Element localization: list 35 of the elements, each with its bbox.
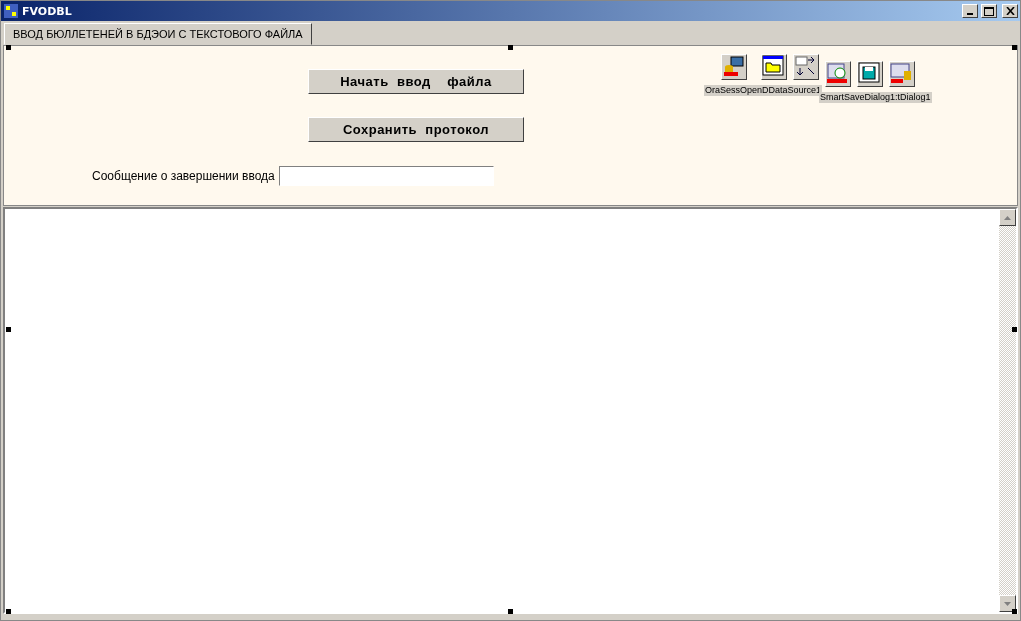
scroll-up-button[interactable] — [999, 209, 1016, 226]
scrollbar[interactable] — [999, 209, 1016, 612]
component-tile[interactable] — [889, 61, 915, 87]
field-label: Сообщение о завершении ввода — [92, 169, 275, 183]
tab[interactable]: ВВОД БЮЛЛЕТЕНЕЙ В БДЭОИ С ТЕКСТОВОГО ФАЙЛА — [4, 23, 312, 45]
selection-handle[interactable] — [508, 609, 513, 614]
component-tile[interactable] — [721, 54, 747, 80]
start-button[interactable]: Начать ввод файла — [308, 69, 524, 94]
save-button[interactable]: Сохранить протокол — [308, 117, 524, 142]
selection-handle[interactable] — [6, 327, 11, 332]
close-icon — [1005, 7, 1015, 15]
maximize-icon — [984, 6, 994, 16]
component-tile[interactable] — [761, 54, 787, 80]
close-button[interactable] — [1002, 4, 1018, 18]
up-arrow-icon — [1004, 215, 1011, 220]
arrows-icon — [794, 55, 816, 77]
database-icon — [722, 55, 744, 77]
window-title: FVODBL — [22, 4, 73, 18]
scroll-down-button[interactable] — [999, 595, 1016, 612]
component-tile[interactable] — [825, 61, 851, 87]
selection-handle[interactable] — [1012, 609, 1017, 614]
selection-handle[interactable] — [6, 45, 11, 50]
selection-handle[interactable] — [6, 609, 11, 614]
component-tile[interactable] — [793, 54, 819, 80]
selection-handle[interactable] — [1012, 45, 1017, 50]
maximize-button[interactable] — [981, 4, 997, 18]
component-caption: SmartSaveDialog1:tDialog1 — [819, 92, 932, 103]
selection-handle[interactable] — [508, 45, 513, 50]
component-tile[interactable] — [857, 61, 883, 87]
message-field[interactable] — [278, 166, 494, 186]
folder-icon — [762, 55, 784, 77]
down-arrow-icon — [1004, 601, 1011, 606]
selection-handle[interactable] — [1012, 327, 1017, 332]
app-icon — [3, 3, 19, 19]
minimize-button[interactable] — [962, 4, 978, 18]
